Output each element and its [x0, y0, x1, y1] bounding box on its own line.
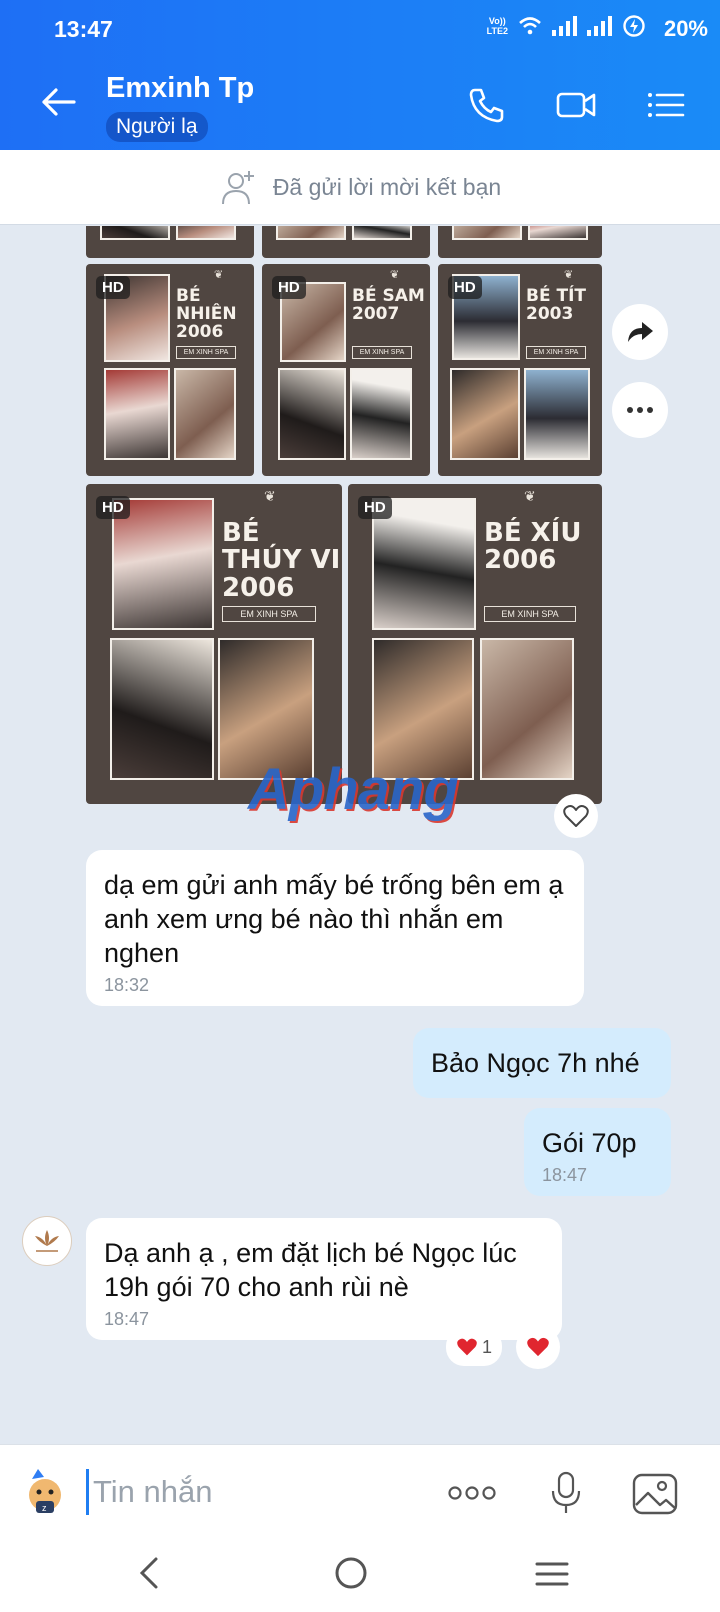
girl-name: BÉ SAM 2007: [352, 286, 425, 324]
chat-area[interactable]: HD ❦ BÉ NHIÊN 2006 EM XINH SPA HD ❦ BÉ SA…: [0, 226, 720, 1444]
spa-logo: ❦: [264, 488, 276, 504]
watermark: Aphang: [248, 757, 459, 822]
heart-outline-icon: [563, 805, 589, 827]
back-arrow-icon[interactable]: [40, 86, 76, 118]
sticker-icon[interactable]: z: [22, 1467, 68, 1515]
message-input-bar: z Tin nhắn: [0, 1444, 720, 1540]
message-text: Bảo Ngọc 7h nhé: [431, 1048, 640, 1078]
spa-logo-icon: [35, 1230, 59, 1252]
message-input[interactable]: Tin nhắn: [86, 1469, 213, 1515]
friend-request-text: Đã gửi lời mời kết bạn: [272, 173, 502, 200]
voice-mic-icon[interactable]: [550, 1471, 582, 1515]
message-sent[interactable]: Bảo Ngọc 7h nhé: [413, 1028, 671, 1098]
more-options-button[interactable]: [612, 382, 668, 438]
spa-tag: EM XINH SPA: [176, 346, 236, 359]
spa-tag: EM XINH SPA: [352, 346, 412, 359]
menu-list-icon[interactable]: [646, 86, 686, 124]
spa-logo: ❦: [214, 269, 224, 281]
image-gallery-icon[interactable]: [632, 1473, 678, 1515]
image-tile[interactable]: HD ❦ BÉ SAM 2007 EM XINH SPA: [262, 264, 430, 476]
phone-call-icon[interactable]: [466, 86, 506, 124]
image-tile-partial[interactable]: [86, 226, 254, 258]
status-time: 13:47: [54, 16, 113, 42]
spa-tag: EM XINH SPA: [484, 606, 576, 622]
girl-name: BÉ THÚY VI 2006: [222, 518, 341, 603]
friend-request-bar[interactable]: Đã gửi lời mời kết bạn: [0, 150, 720, 225]
system-nav-bar: [0, 1540, 720, 1612]
video-call-icon[interactable]: [556, 86, 596, 124]
signal-icon: [552, 16, 577, 36]
react-heart-button[interactable]: [516, 1325, 560, 1369]
battery-saver-icon: [623, 15, 645, 37]
girl-name: BÉ NHIÊN 2006: [176, 286, 237, 342]
nav-back-icon[interactable]: [136, 1556, 162, 1590]
forward-button[interactable]: [612, 304, 668, 360]
spa-logo: ❦: [524, 488, 536, 504]
heart-filled-icon: [457, 1338, 477, 1356]
share-arrow-icon: [628, 322, 653, 342]
lte-indicator: Vo)) LTE2: [486, 16, 508, 36]
contact-name[interactable]: Emxinh Tp: [106, 72, 254, 105]
hd-badge: HD: [272, 276, 306, 299]
more-dots-icon: [627, 407, 653, 413]
svg-text:z: z: [42, 1503, 47, 1513]
react-heart-button[interactable]: [554, 794, 598, 838]
heart-filled-icon: [527, 1337, 549, 1357]
nav-home-icon[interactable]: [334, 1556, 368, 1590]
message-received[interactable]: dạ em gửi anh mấy bé trống bên em ạ anh …: [86, 850, 584, 1006]
message-sent[interactable]: Gói 70p 18:47: [524, 1108, 671, 1196]
image-tile[interactable]: HD ❦ BÉ NHIÊN 2006 EM XINH SPA: [86, 264, 254, 476]
girl-name: BÉ TÍT 2003: [526, 286, 587, 324]
girl-name: BÉ XÍU 2006: [484, 518, 582, 576]
image-tile[interactable]: HD ❦ BÉ TÍT 2003 EM XINH SPA: [438, 264, 602, 476]
status-bar: 13:47 Vo)) LTE2 20%: [0, 0, 720, 58]
message-received[interactable]: Dạ anh ạ , em đặt lịch bé Ngọc lúc 19h g…: [86, 1218, 562, 1340]
battery-level: 20%: [663, 16, 708, 41]
image-tile-partial[interactable]: [262, 226, 430, 258]
sender-avatar[interactable]: [22, 1216, 72, 1266]
spa-tag: EM XINH SPA: [222, 606, 316, 622]
message-time: 18:47: [542, 1165, 588, 1185]
message-time: 18:32: [104, 975, 150, 995]
reaction-summary[interactable]: 1: [446, 1328, 502, 1366]
status-icons: Vo)) LTE2 20%: [486, 14, 708, 41]
chat-header: 13:47 Vo)) LTE2 20% Emxinh Tp Người lạ: [0, 0, 720, 150]
add-friend-icon: [221, 171, 254, 205]
message-time: 18:47: [104, 1309, 150, 1329]
nav-bar: Emxinh Tp Người lạ: [0, 60, 720, 146]
hd-badge: HD: [358, 496, 392, 519]
nav-recents-icon[interactable]: [534, 1560, 570, 1588]
wifi-icon: [519, 17, 541, 35]
hd-badge: HD: [96, 496, 130, 519]
message-text: Gói 70p: [542, 1128, 637, 1158]
message-text: Dạ anh ạ , em đặt lịch bé Ngọc lúc 19h g…: [104, 1238, 517, 1302]
image-tile-partial[interactable]: [438, 226, 602, 258]
signal-icon-2: [587, 16, 612, 36]
more-dots-icon[interactable]: [448, 1485, 496, 1501]
hd-badge: HD: [448, 276, 482, 299]
hd-badge: HD: [96, 276, 130, 299]
spa-logo: ❦: [564, 269, 574, 281]
spa-tag: EM XINH SPA: [526, 346, 586, 359]
stranger-badge: Người lạ: [106, 112, 208, 142]
message-text: dạ em gửi anh mấy bé trống bên em ạ anh …: [104, 870, 564, 968]
spa-logo: ❦: [390, 269, 400, 281]
reaction-count: 1: [481, 1336, 492, 1357]
